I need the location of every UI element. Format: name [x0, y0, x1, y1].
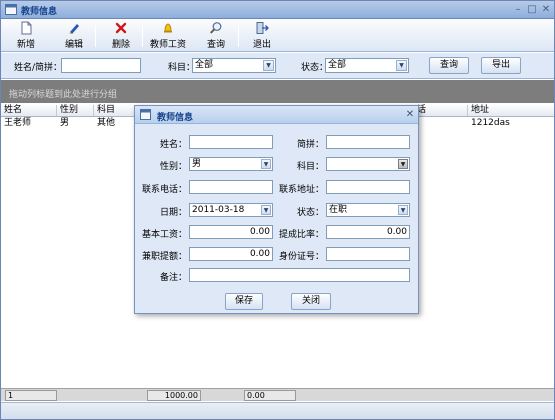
status-select[interactable]: 在职 ▼ — [326, 203, 410, 217]
chevron-down-icon[interactable]: ▼ — [398, 159, 408, 169]
delete-button[interactable]: 删除 — [108, 21, 134, 51]
exit-button[interactable]: 退出 — [249, 21, 275, 51]
chevron-down-icon[interactable]: ▼ — [261, 205, 271, 215]
maximize-icon[interactable]: □ — [526, 4, 538, 16]
grid-summary-footer: 1 1000.00 0.00 — [1, 388, 554, 401]
base-salary-field[interactable]: 0.00 — [189, 225, 273, 239]
subject-label: 科目： — [296, 162, 324, 172]
column-header-address[interactable]: 地址 — [468, 105, 554, 116]
toolbar-separator — [142, 25, 143, 47]
chevron-down-icon[interactable]: ▼ — [398, 205, 408, 215]
chevron-down-icon[interactable]: ▼ — [263, 60, 274, 71]
add-button[interactable]: 新增 — [13, 21, 39, 51]
toolbar: 新增 编辑 删除 教师工资 查询 退出 — [1, 19, 554, 52]
pinyin-field[interactable] — [326, 135, 410, 149]
column-header-gender[interactable]: 性别 — [57, 105, 94, 116]
subject-select[interactable]: 全部 ▼ — [192, 58, 276, 73]
close-button[interactable]: 关闭 — [291, 293, 331, 310]
parttime-label: 兼职提额： — [141, 252, 187, 262]
base-salary-label: 基本工资： — [141, 230, 187, 240]
address-label: 联系地址： — [278, 185, 324, 195]
remark-label: 备注： — [159, 273, 187, 283]
delete-x-icon — [115, 22, 127, 34]
chevron-down-icon[interactable]: ▼ — [261, 159, 271, 169]
name-pinyin-label: 姓名/简拼： — [14, 63, 63, 73]
export-button[interactable]: 导出 — [481, 57, 521, 74]
teacher-info-dialog: 教师信息 ✕ 姓名： 简拼： 性别： 男 ▼ 科目： ▼ 联系电话： 联系地址：… — [134, 105, 419, 314]
name-pinyin-input[interactable] — [61, 58, 141, 73]
summary-total-2: 0.00 — [244, 390, 296, 401]
gender-label: 性别： — [159, 162, 187, 172]
status-label: 状态： — [296, 208, 324, 218]
phone-field[interactable] — [189, 180, 273, 194]
app-icon — [5, 4, 17, 15]
status-label: 状态： — [301, 63, 329, 73]
edit-button[interactable]: 编辑 — [61, 21, 87, 51]
subject-label: 科目： — [168, 63, 196, 73]
cell-gender: 男 — [60, 118, 70, 128]
new-document-icon — [21, 21, 32, 35]
exit-door-icon — [256, 22, 269, 34]
name-label: 姓名： — [159, 140, 187, 150]
save-button[interactable]: 保存 — [225, 293, 263, 310]
title-bar: 教师信息 – □ ✕ — [1, 1, 554, 19]
gender-select[interactable]: 男 ▼ — [189, 157, 273, 171]
close-icon[interactable]: ✕ — [540, 4, 552, 16]
status-bar — [1, 402, 554, 419]
summary-count: 1 — [5, 390, 57, 401]
cell-address: 1212das — [471, 118, 510, 128]
name-field[interactable] — [189, 135, 273, 149]
search-icon — [210, 22, 222, 34]
bell-icon — [164, 23, 172, 33]
toolbar-separator — [238, 25, 239, 47]
summary-total-1: 1000.00 — [147, 390, 201, 401]
status-select[interactable]: 全部 ▼ — [325, 58, 409, 73]
search-bar: 姓名/简拼： 科目： 全部 ▼ 状态： 全部 ▼ 查询 导出 — [1, 53, 554, 79]
dialog-title: 教师信息 — [157, 113, 194, 123]
remark-field[interactable] — [189, 268, 410, 282]
commission-field[interactable]: 0.00 — [326, 225, 410, 239]
query-button[interactable]: 查询 — [203, 21, 229, 51]
cell-subject: 其他 — [97, 118, 116, 128]
window-title: 教师信息 — [21, 7, 58, 17]
main-window: 教师信息 – □ ✕ 新增 编辑 删除 教师工资 查询 退出 姓名/简拼： 科目… — [0, 0, 555, 420]
dialog-close-icon[interactable]: ✕ — [405, 109, 415, 120]
pinyin-label: 简拼： — [296, 140, 324, 150]
parttime-field[interactable]: 0.00 — [189, 247, 273, 261]
column-header-name[interactable]: 姓名 — [1, 105, 57, 116]
date-label: 日期： — [159, 208, 187, 218]
address-field[interactable] — [326, 180, 410, 194]
subject-select[interactable]: ▼ — [326, 157, 410, 171]
minimize-icon[interactable]: – — [512, 4, 524, 16]
date-picker[interactable]: 2011-03-18 ▼ — [189, 203, 273, 217]
group-by-hint: 拖动列标题到此处进行分组 — [9, 90, 118, 100]
dialog-app-icon — [140, 109, 151, 120]
chevron-down-icon[interactable]: ▼ — [396, 60, 407, 71]
pencil-icon — [69, 24, 79, 34]
phone-label: 联系电话： — [141, 185, 187, 195]
idcard-label: 身份证号： — [278, 252, 324, 262]
group-by-panel[interactable]: 拖动列标题到此处进行分组 — [1, 80, 554, 103]
search-query-button[interactable]: 查询 — [429, 57, 469, 74]
column-header-phone[interactable]: 话 — [414, 105, 468, 116]
teacher-salary-button[interactable]: 教师工资 — [149, 21, 187, 51]
commission-label: 提成比率： — [278, 230, 324, 240]
cell-name: 王老师 — [4, 118, 32, 128]
idcard-field[interactable] — [326, 247, 410, 261]
toolbar-separator — [95, 25, 96, 47]
column-header-subject[interactable]: 科目 — [94, 105, 136, 116]
dialog-title-bar: 教师信息 ✕ — [135, 106, 418, 124]
